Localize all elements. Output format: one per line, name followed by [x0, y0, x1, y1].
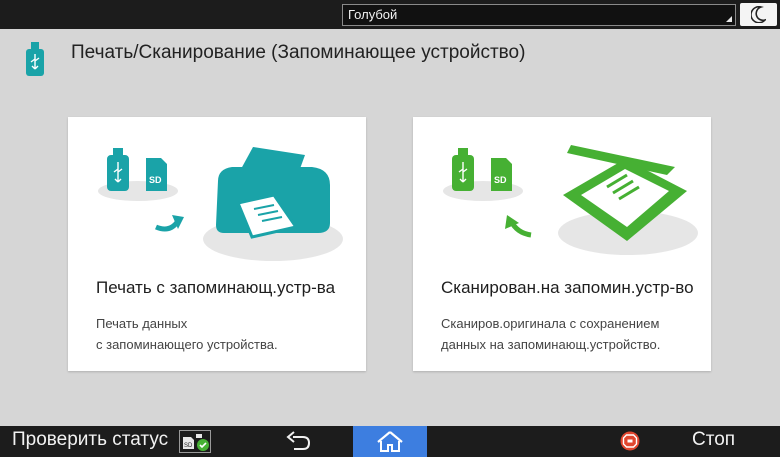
check-status-button[interactable]: Проверить статус — [12, 429, 168, 451]
card-description: Сканиров.оригинала с сохранением данных … — [441, 313, 701, 355]
card-description-line: данных на запоминающ.устройство. — [441, 337, 661, 352]
sd-card-icon: SD — [491, 158, 512, 191]
usb-icon — [452, 148, 474, 191]
home-icon — [377, 431, 403, 452]
usb-icon — [107, 148, 129, 191]
stop-icon[interactable] — [620, 431, 640, 451]
usb-stick-icon — [26, 42, 44, 76]
card-description: Печать данных с запоминающего устройства… — [96, 313, 356, 355]
storage-status-icon[interactable]: SD — [179, 430, 211, 453]
back-icon[interactable] — [284, 430, 314, 453]
stop-button[interactable]: Стоп — [692, 429, 735, 451]
print-from-storage-card[interactable]: SD Печать с запоминающ.устр-ва Печать да… — [68, 117, 366, 371]
dropdown-corner-icon — [726, 16, 732, 22]
night-mode-button[interactable] — [740, 3, 777, 26]
scan-to-storage-card[interactable]: SD Сканирован.на запомин.устр-во Сканиро… — [413, 117, 711, 371]
printer-icon — [216, 147, 330, 239]
svg-text:SD: SD — [494, 175, 507, 185]
theme-select-value: Голубой — [348, 7, 398, 22]
card-title: Сканирован.на запомин.устр-во — [441, 278, 694, 297]
card-description-line: Сканиров.оригинала с сохранением — [441, 316, 660, 331]
moon-icon — [751, 6, 766, 23]
sd-card-icon: SD — [146, 158, 167, 191]
print-from-storage-illustration: SD — [98, 147, 343, 261]
home-button[interactable] — [353, 426, 427, 457]
scan-to-storage-illustration: SD — [443, 145, 698, 255]
theme-select[interactable]: Голубой — [342, 4, 736, 26]
svg-text:SD: SD — [149, 175, 162, 185]
page-title: Печать/Сканирование (Запоминающее устрой… — [71, 42, 526, 63]
card-description-line: с запоминающего устройства. — [96, 337, 278, 352]
card-title: Печать с запоминающ.устр-ва — [96, 278, 336, 297]
svg-text:SD: SD — [184, 443, 193, 449]
top-bar: Голубой — [0, 0, 780, 29]
card-description-line: Печать данных — [96, 316, 188, 331]
bottom-bar: Проверить статус SD Стоп — [0, 426, 780, 457]
